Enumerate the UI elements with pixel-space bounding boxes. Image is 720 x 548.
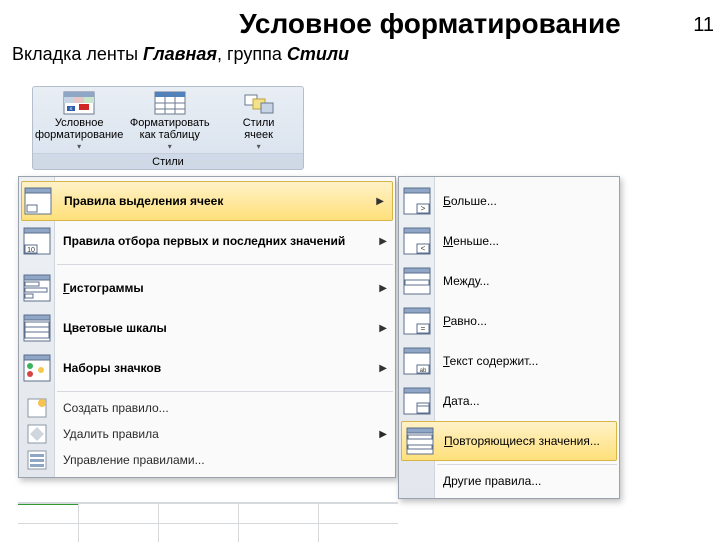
menu-label: Управление правилами... (63, 453, 205, 467)
submenu-arrow-icon: ▶ (379, 429, 387, 440)
conditional-formatting-label-2: форматирование (35, 129, 123, 141)
sub-label: Другие правила... (443, 474, 541, 488)
format-as-table-button[interactable]: Форматировать как таблицу ▾ (125, 87, 214, 153)
menu-item-iconsets[interactable]: Наборы значков ▶ (19, 348, 395, 388)
menu-item-clear-rules[interactable]: Удалить правила ▶ (19, 421, 395, 447)
menu-item-manage-rules[interactable]: Управление правилами... (19, 447, 395, 473)
sub-item-text-contains[interactable]: ab Текст содержит... (399, 341, 619, 381)
svg-text:ab: ab (420, 368, 427, 374)
format-as-table-label-2: как таблицу (140, 129, 200, 141)
new-rule-icon (27, 398, 47, 418)
iconsets-icon (23, 354, 51, 382)
sub-label: Между... (443, 274, 490, 288)
highlight-cells-icon: ≤ (24, 187, 52, 215)
submenu-arrow-icon: ▶ (379, 283, 387, 294)
menu-label: Правила отбора первых и последних значен… (63, 234, 345, 248)
menu-item-new-rule[interactable]: Создать правило... (19, 395, 395, 421)
subtitle-group: Стили (287, 44, 349, 64)
sub-item-date[interactable]: Дата... (399, 381, 619, 421)
submenu-arrow-icon: ▶ (379, 323, 387, 334)
worksheet-grid (18, 502, 398, 542)
sub-item-less-than[interactable]: < Меньше... (399, 221, 619, 261)
cell-styles-button[interactable]: Стили ячеек ▾ (214, 87, 303, 153)
dropdown-chevron-icon: ▾ (125, 142, 214, 151)
svg-text:10: 10 (27, 247, 35, 254)
sub-label: Равно... (443, 314, 487, 328)
conditional-formatting-button[interactable]: ≤ Условное форматирование ▾ (33, 87, 125, 153)
top-bottom-icon: 10 (23, 227, 51, 255)
highlight-cells-submenu: > Больше... < Меньше... Между... = Равно… (398, 176, 620, 499)
sub-label: Меньше... (443, 234, 499, 248)
menu-label: Создать правило... (63, 401, 169, 415)
format-as-table-label-1: Форматировать (130, 117, 210, 129)
subtitle-mid: , группа (217, 44, 287, 64)
ribbon-group-caption: Стили (33, 153, 303, 169)
dropdown-chevron-icon: ▾ (33, 142, 125, 151)
manage-rules-icon (27, 450, 47, 470)
subtitle-prefix: Вкладка ленты (12, 44, 143, 64)
sub-item-duplicate-values[interactable]: Повторяющиеся значения... (401, 421, 617, 461)
svg-text:≤: ≤ (70, 106, 73, 112)
between-icon (403, 267, 431, 295)
text-contains-icon: ab (403, 347, 431, 375)
menu-item-databars[interactable]: Гистограммы ▶ (19, 268, 395, 308)
menu-label: Наборы значков (63, 361, 161, 375)
submenu-arrow-icon: ▶ (379, 236, 387, 247)
menu-label: Гистограммы (63, 281, 144, 295)
sub-label: Дата... (443, 394, 480, 408)
sub-label: Повторяющиеся значения... (444, 434, 600, 448)
conditional-formatting-label-1: Условное (55, 117, 104, 129)
page-title: Условное форматирование (140, 8, 720, 40)
menu-label: Цветовые шкалы (63, 321, 167, 335)
databars-icon (23, 274, 51, 302)
svg-text:>: > (421, 204, 426, 213)
sub-label: Больше... (443, 194, 497, 208)
duplicate-values-icon (406, 427, 434, 455)
svg-text:<: < (421, 244, 426, 253)
conditional-formatting-icon: ≤ (63, 91, 95, 115)
subtitle-tab: Главная (143, 44, 217, 64)
cell-styles-label-1: Стили (243, 117, 275, 129)
format-as-table-icon (154, 91, 186, 115)
less-than-icon: < (403, 227, 431, 255)
clear-rules-icon (27, 424, 47, 444)
submenu-arrow-icon: ▶ (376, 196, 384, 207)
submenu-arrow-icon: ▶ (379, 363, 387, 374)
sub-label: Текст содержит... (443, 354, 538, 368)
subtitle: Вкладка ленты Главная, группа Стили (12, 44, 720, 65)
cell-styles-icon (243, 91, 275, 115)
menu-item-top-bottom[interactable]: 10 Правила отбора первых и последних зна… (19, 221, 395, 261)
menu-item-highlight-cells[interactable]: ≤ Правила выделения ячеек ▶ (21, 181, 393, 221)
greater-than-icon: > (403, 187, 431, 215)
sub-item-between[interactable]: Между... (399, 261, 619, 301)
sub-item-equal-to[interactable]: = Равно... (399, 301, 619, 341)
colorscales-icon (23, 314, 51, 342)
sub-item-more-rules[interactable]: Другие правила... (399, 468, 619, 494)
equal-to-icon: = (403, 307, 431, 335)
date-icon (403, 387, 431, 415)
page-number: 11 (693, 14, 714, 37)
menu-item-colorscales[interactable]: Цветовые шкалы ▶ (19, 308, 395, 348)
dropdown-chevron-icon: ▾ (214, 142, 303, 151)
svg-text:=: = (421, 324, 426, 333)
cell-styles-label-2: ячеек (244, 129, 273, 141)
conditional-formatting-menu: ≤ Правила выделения ячеек ▶ 10 Правила о… (18, 176, 396, 478)
sub-item-greater-than[interactable]: > Больше... (399, 181, 619, 221)
menu-label: Правила выделения ячеек (64, 194, 223, 208)
menu-label: Удалить правила (63, 427, 159, 441)
ribbon-group-styles: ≤ Условное форматирование ▾ Форматироват… (32, 86, 304, 170)
